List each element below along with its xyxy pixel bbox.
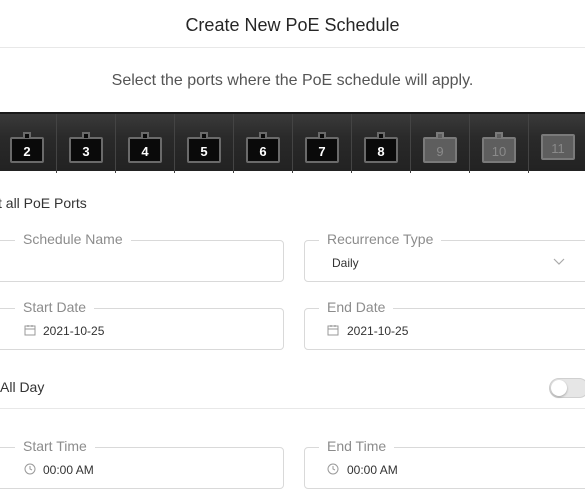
- port-4[interactable]: 4: [128, 132, 162, 163]
- port-cell: 10: [470, 114, 529, 173]
- start-time-value: 00:00 AM: [43, 463, 94, 477]
- calendar-icon: [327, 325, 339, 336]
- port-label: 10: [491, 144, 507, 159]
- port-8[interactable]: 8: [364, 132, 398, 163]
- start-time-field[interactable]: Start Time 00:00 AM: [0, 438, 284, 489]
- port-7[interactable]: 7: [305, 132, 339, 163]
- port-selector-panel: 2 3 4 5 6 7 8 9 10 11: [0, 112, 585, 173]
- dialog-title: Create New PoE Schedule: [185, 15, 400, 35]
- all-day-label: All Day: [0, 379, 45, 395]
- toggle-knob: [551, 380, 567, 396]
- end-date-field[interactable]: End Date 2021-10-25: [304, 299, 585, 350]
- port-label: 8: [377, 144, 385, 159]
- end-time-label: End Time: [319, 438, 395, 454]
- port-cell[interactable]: 4: [116, 114, 175, 173]
- port-label: 9: [436, 144, 444, 159]
- recurrence-type-label: Recurrence Type: [319, 231, 442, 247]
- end-time-field[interactable]: End Time 00:00 AM: [304, 438, 585, 489]
- port-cell[interactable]: 6: [234, 114, 293, 173]
- port-label: 3: [82, 144, 90, 159]
- port-10: 10: [482, 132, 516, 163]
- port-cell: 9: [411, 114, 470, 173]
- port-3[interactable]: 3: [69, 132, 103, 163]
- port-cell[interactable]: 3: [57, 114, 116, 173]
- port-instructions: Select the ports where the PoE schedule …: [111, 72, 474, 89]
- port-11: 11: [541, 134, 575, 160]
- select-all-poe-ports[interactable]: t all PoE Ports: [0, 195, 87, 211]
- clock-icon: [327, 463, 339, 475]
- schedule-name-label: Schedule Name: [15, 231, 131, 247]
- end-date-value: 2021-10-25: [347, 324, 409, 338]
- port-cell[interactable]: 7: [293, 114, 352, 173]
- dialog-header: Create New PoE Schedule: [0, 0, 585, 48]
- all-day-toggle[interactable]: [549, 378, 585, 398]
- port-5[interactable]: 5: [187, 132, 221, 163]
- end-time-value: 00:00 AM: [347, 463, 398, 477]
- end-date-label: End Date: [319, 299, 394, 315]
- schedule-name-field[interactable]: Schedule Name: [0, 231, 284, 282]
- port-2[interactable]: 2: [10, 132, 44, 163]
- port-cell[interactable]: 8: [352, 114, 411, 173]
- port-label: 5: [200, 144, 208, 159]
- port-label: 11: [551, 141, 565, 156]
- port-label: 4: [141, 144, 149, 159]
- port-label: 2: [23, 144, 31, 159]
- port-6[interactable]: 6: [246, 132, 280, 163]
- port-label: 6: [259, 144, 267, 159]
- start-date-value: 2021-10-25: [43, 324, 105, 338]
- port-label: 7: [318, 144, 326, 159]
- port-9: 9: [423, 132, 457, 163]
- port-cell[interactable]: 5: [175, 114, 234, 173]
- chevron-down-icon: [553, 258, 565, 265]
- calendar-icon: [24, 325, 36, 336]
- recurrence-type-select[interactable]: Recurrence Type Daily: [304, 231, 585, 282]
- divider: [0, 408, 585, 409]
- start-time-label: Start Time: [15, 438, 95, 454]
- recurrence-type-value: Daily: [332, 256, 359, 270]
- port-cell[interactable]: 2: [0, 114, 57, 173]
- start-date-field[interactable]: Start Date 2021-10-25: [0, 299, 284, 350]
- clock-icon: [24, 463, 36, 475]
- start-date-label: Start Date: [15, 299, 95, 315]
- port-cell: 11: [529, 114, 585, 173]
